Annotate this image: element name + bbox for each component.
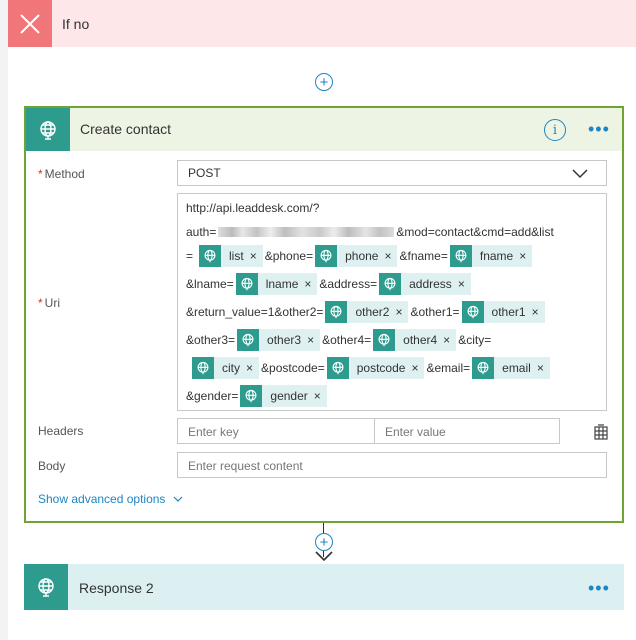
method-dropdown[interactable]: POST [177, 160, 607, 186]
add-step-icon[interactable]: + [315, 533, 333, 551]
redacted-auth [218, 227, 395, 237]
if-no-label: If no [62, 16, 90, 32]
token-other3[interactable]: other3 × [237, 329, 321, 351]
uri-label: * Uri [38, 296, 60, 310]
token-gender[interactable]: gender × [240, 385, 327, 407]
if-no-branch-header[interactable] [8, 0, 636, 47]
close-icon[interactable] [8, 0, 52, 47]
token-address[interactable]: address × [379, 273, 471, 295]
token-email[interactable]: email × [472, 357, 550, 379]
remove-token-icon[interactable]: × [411, 361, 418, 375]
more-options-icon[interactable]: ••• [588, 579, 610, 597]
token-postcode[interactable]: postcode × [326, 357, 425, 379]
globe-connector-icon [24, 564, 68, 610]
uri-text: &other4= [322, 333, 372, 347]
uri-text: = [186, 249, 194, 263]
remove-token-icon[interactable]: × [246, 361, 253, 375]
show-advanced-options-link[interactable]: Show advanced options [38, 492, 183, 506]
header-value-placeholder: Enter value [385, 425, 446, 439]
headers-label: Headers [38, 424, 84, 438]
globe-icon [192, 357, 214, 379]
token-lname[interactable]: lname × [235, 273, 318, 295]
token-city[interactable]: city × [192, 357, 260, 379]
uri-text: http://api.leaddesk.com/? [186, 201, 320, 215]
info-icon[interactable]: i [544, 119, 566, 141]
token-other1[interactable]: other1 × [461, 301, 545, 323]
globe-icon [472, 357, 495, 379]
uri-text: &gender= [186, 389, 239, 403]
globe-icon [326, 357, 349, 379]
uri-text: &mod=contact&cmd=add&list [396, 225, 554, 239]
globe-icon [199, 245, 222, 267]
uri-text: &email= [426, 361, 471, 375]
header-key-placeholder: Enter key [188, 425, 239, 439]
globe-icon [449, 245, 472, 267]
globe-icon [373, 329, 396, 351]
token-other2[interactable]: other2 × [325, 301, 409, 323]
globe-icon [325, 301, 348, 323]
globe-icon [379, 273, 402, 295]
globe-icon [235, 273, 258, 295]
more-options-icon[interactable]: ••• [588, 120, 610, 138]
add-step-icon[interactable]: + [315, 73, 333, 91]
method-label: * Method [38, 167, 85, 181]
uri-text: auth= [186, 225, 217, 239]
uri-text: &phone= [264, 249, 314, 263]
response-title: Response 2 [79, 580, 154, 596]
body-placeholder: Enter request content [188, 459, 303, 473]
switch-to-text-mode-icon[interactable] [594, 424, 608, 443]
token-list[interactable]: list × [199, 245, 263, 267]
remove-token-icon[interactable]: × [395, 305, 402, 319]
uri-text: &city= [458, 333, 492, 347]
token-fname[interactable]: fname × [449, 245, 533, 267]
remove-token-icon[interactable]: × [307, 333, 314, 347]
remove-token-icon[interactable]: × [532, 305, 539, 319]
globe-icon [237, 329, 260, 351]
token-phone[interactable]: phone × [315, 245, 398, 267]
remove-token-icon[interactable]: × [314, 389, 321, 403]
globe-connector-icon [26, 108, 70, 151]
uri-text: &lname= [186, 277, 234, 291]
remove-token-icon[interactable]: × [304, 277, 311, 291]
chevron-down-icon [572, 169, 588, 179]
remove-token-icon[interactable]: × [458, 277, 465, 291]
arrow-down-icon [315, 550, 333, 565]
body-input[interactable]: Enter request content [177, 452, 607, 478]
chevron-down-icon [173, 496, 183, 503]
uri-text: &other1= [410, 305, 460, 319]
uri-text: &fname= [399, 249, 448, 263]
uri-input[interactable]: http://api.leaddesk.com/? auth= &mod=cont… [177, 193, 607, 411]
globe-icon [315, 245, 338, 267]
uri-text: &postcode= [261, 361, 325, 375]
uri-text: &address= [319, 277, 378, 291]
token-other4[interactable]: other4 × [373, 329, 457, 351]
header-value-input[interactable]: Enter value [374, 418, 560, 444]
globe-icon [461, 301, 484, 323]
remove-token-icon[interactable]: × [443, 333, 450, 347]
remove-token-icon[interactable]: × [519, 249, 526, 263]
remove-token-icon[interactable]: × [384, 249, 391, 263]
card-title: Create contact [80, 121, 172, 137]
uri-text: &return_value=1&other2= [186, 305, 324, 319]
method-value: POST [188, 166, 221, 180]
remove-token-icon[interactable]: × [537, 361, 544, 375]
body-label: Body [38, 459, 66, 473]
uri-text: &other3= [186, 333, 236, 347]
globe-icon [240, 385, 263, 407]
header-key-input[interactable]: Enter key [177, 418, 375, 444]
remove-token-icon[interactable]: × [250, 249, 257, 263]
